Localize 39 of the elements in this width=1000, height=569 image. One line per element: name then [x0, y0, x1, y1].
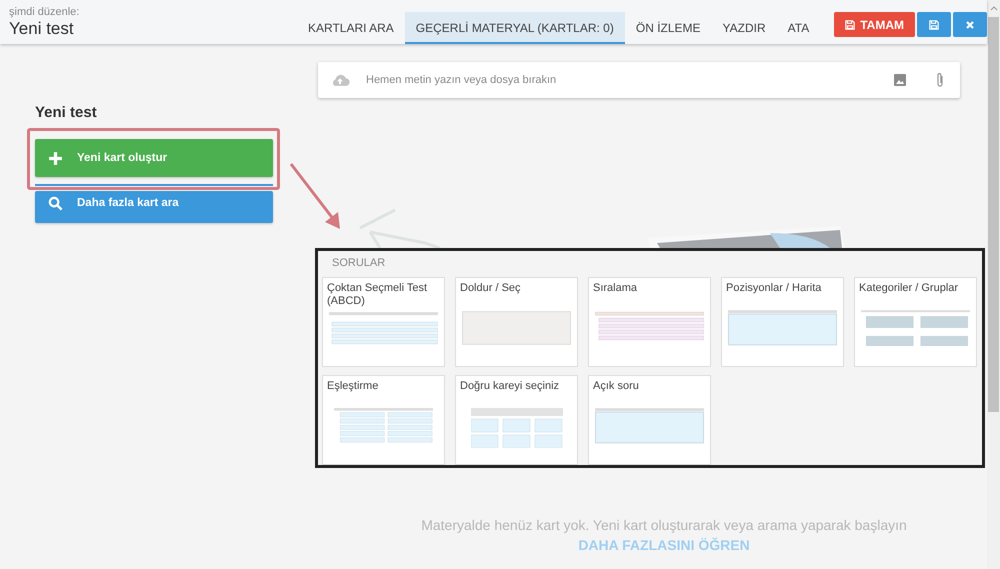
edit-subtitle: şimdi düzenle:	[9, 6, 80, 18]
grid-preview-icon	[470, 408, 562, 448]
question-type-card[interactable]: Kategoriler / Gruplar	[854, 277, 977, 367]
page-title: Yeni test	[9, 19, 75, 39]
question-type-card[interactable]: Sıralama	[588, 277, 711, 367]
question-type-card[interactable]: Eşleştirme	[322, 375, 445, 465]
tab[interactable]: GEÇERLİ MATERYAL (KARTLAR: 0)	[404, 12, 625, 44]
done-button[interactable]: TAMAM	[834, 12, 915, 37]
question-type-card[interactable]: Doldur / Seç	[455, 277, 578, 367]
save-icon	[929, 20, 939, 30]
scrollbar-thumb[interactable]	[988, 17, 999, 412]
scroll-up-icon[interactable]	[990, 6, 998, 11]
map-preview-icon	[728, 310, 837, 346]
categories-preview-icon	[861, 310, 970, 346]
question-type-card[interactable]: Pozisyonlar / Harita	[721, 277, 844, 367]
choice-preview-icon	[329, 310, 438, 346]
search-icon	[48, 196, 63, 210]
cloud-upload-icon	[330, 73, 350, 87]
panel-heading: SORULAR	[332, 257, 386, 269]
question-type-card[interactable]: Çoktan Seçmeli Test (ABCD)	[322, 277, 445, 367]
close-icon	[965, 20, 975, 30]
open-question-preview-icon	[595, 408, 704, 444]
input-field[interactable]: Hemen metin yazın veya dosya bırakın	[318, 62, 960, 98]
save-button[interactable]	[917, 12, 951, 37]
fill-preview-icon	[462, 310, 571, 346]
tab[interactable]: YAZDIR	[712, 0, 777, 44]
image-icon[interactable]	[894, 74, 906, 86]
empty-state-message: Materyalde henüz kart yok. Yeni kart oluşturarak veya arama yaparak başlayın	[421, 517, 907, 533]
question-type-card[interactable]: Doğru kareyi seçiniz	[455, 375, 578, 465]
tab[interactable]: KARTLARI ARA	[296, 0, 405, 44]
paperclip-icon[interactable]	[936, 72, 944, 88]
text-input-field[interactable]: Hemen metin yazın veya dosya bırakın	[364, 73, 864, 87]
close-button[interactable]	[953, 12, 987, 37]
save-icon	[845, 20, 856, 30]
tab[interactable]: ATA	[776, 0, 820, 44]
tab[interactable]: ÖN İZLEME	[624, 0, 712, 44]
plus-icon	[48, 150, 63, 166]
sidebar-title: Yeni test	[35, 104, 98, 121]
question-type-card[interactable]: Açık soru	[588, 375, 711, 465]
